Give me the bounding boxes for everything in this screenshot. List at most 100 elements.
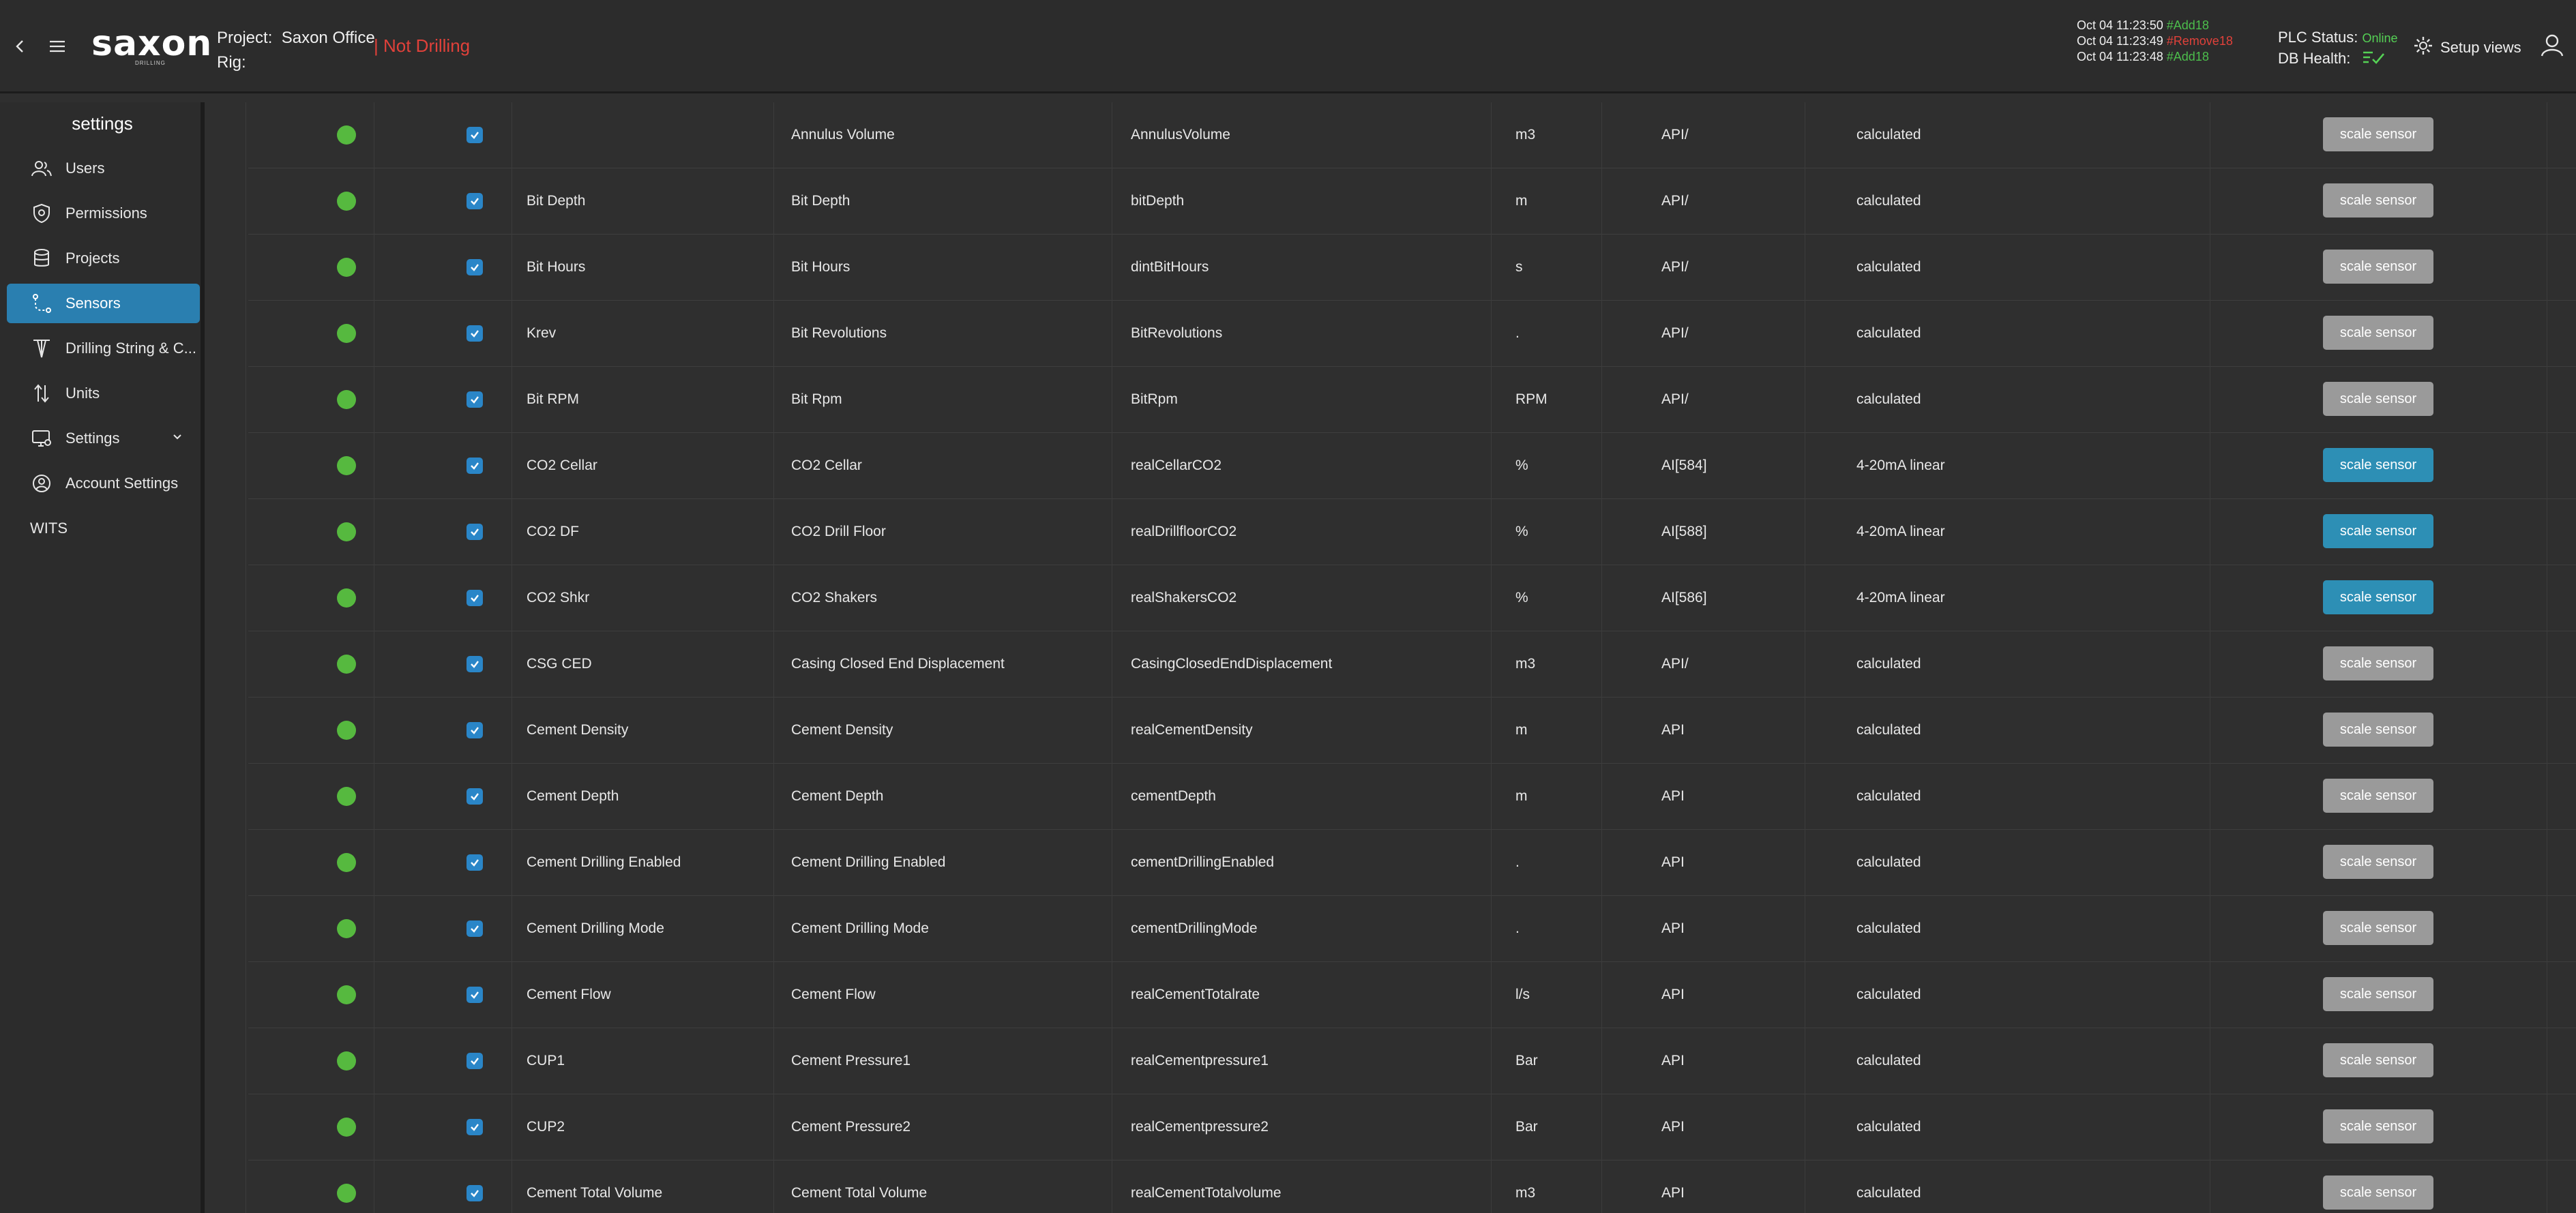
- table-row: Bit RPM Bit Rpm BitRpm RPM API/calculated sca…: [248, 367, 2576, 433]
- status-dot-icon: [337, 192, 356, 211]
- enabled-checkbox[interactable]: [467, 656, 483, 672]
- sensor-name-cell: Bit Revolutions: [791, 325, 887, 341]
- enabled-checkbox[interactable]: [467, 1185, 483, 1201]
- event-entry: Oct 04 11:23:50 #Add18: [2077, 18, 2233, 33]
- project-info: Project: Saxon Office Rig:: [217, 26, 375, 75]
- sidebar-item-projects[interactable]: Projects: [7, 239, 200, 278]
- plc-status-value: Online: [2362, 31, 2398, 45]
- scale-sensor-button[interactable]: scale sensor: [2323, 382, 2433, 416]
- scale-sensor-button[interactable]: scale sensor: [2323, 448, 2433, 482]
- enabled-checkbox[interactable]: [467, 391, 483, 408]
- variable-cell: realShakersCO2: [1131, 590, 1237, 605]
- source-cell: API: [1661, 1053, 1685, 1068]
- variable-cell: cementDrillingEnabled: [1131, 854, 1275, 870]
- sensor-name-cell: Cement Pressure2: [791, 1119, 911, 1135]
- sidebar-item-wits[interactable]: WITS: [7, 509, 200, 548]
- unit-cell: m: [1515, 788, 1528, 804]
- enabled-checkbox[interactable]: [467, 127, 483, 143]
- gear-icon: [2413, 35, 2433, 60]
- sidebar-item-drilling-string-c[interactable]: Drilling String & C...: [7, 329, 200, 368]
- table-row: CUP2 Cement Pressure2 realCementpressure2 B…: [248, 1094, 2576, 1160]
- table-row: CO2 Cellar CO2 Cellar realCellarCO2% AI[584…: [248, 433, 2576, 499]
- sidebar-item-permissions[interactable]: Permissions: [7, 194, 200, 233]
- saxon-logo: saxon: [91, 23, 213, 64]
- sidebar-item-settings[interactable]: Settings: [7, 419, 200, 458]
- unit-cell: .: [1515, 854, 1520, 870]
- sensor-name-cell: CO2 Drill Floor: [791, 524, 886, 539]
- status-dot-icon: [337, 919, 356, 938]
- enabled-checkbox[interactable]: [467, 854, 483, 871]
- scale-sensor-button[interactable]: scale sensor: [2323, 646, 2433, 680]
- db-health-label: DB Health:: [2278, 50, 2351, 67]
- short-name-cell: Cement Drilling Enabled: [527, 854, 681, 870]
- scale-sensor-button[interactable]: scale sensor: [2323, 250, 2433, 284]
- scaling-cell: calculated: [1856, 193, 1921, 209]
- table-row: CUP1 Cement Pressure1 realCementpressure1 B…: [248, 1028, 2576, 1094]
- short-name-cell: CUP1: [527, 1053, 565, 1068]
- sensor-name-cell: CO2 Cellar: [791, 458, 862, 473]
- system-status: PLC Status: Online DB Health:: [2278, 27, 2398, 70]
- source-cell: API: [1661, 788, 1685, 804]
- scale-sensor-button[interactable]: scale sensor: [2323, 316, 2433, 350]
- scale-sensor-button[interactable]: scale sensor: [2323, 779, 2433, 813]
- scaling-cell: calculated: [1856, 656, 1921, 672]
- scale-sensor-button[interactable]: scale sensor: [2323, 713, 2433, 747]
- variable-cell: realCementpressure2: [1131, 1119, 1269, 1135]
- enabled-checkbox[interactable]: [467, 1119, 483, 1135]
- sidebar-item-users[interactable]: Users: [7, 149, 200, 188]
- back-chevron-icon[interactable]: [5, 31, 35, 61]
- enabled-checkbox[interactable]: [467, 920, 483, 937]
- scale-sensor-button[interactable]: scale sensor: [2323, 580, 2433, 614]
- enabled-checkbox[interactable]: [467, 722, 483, 738]
- setup-views-label: Setup views: [2440, 39, 2521, 56]
- enabled-checkbox[interactable]: [467, 325, 483, 342]
- sidebar-item-units[interactable]: Units: [7, 374, 200, 413]
- unit-cell: m: [1515, 193, 1528, 209]
- scaling-cell: calculated: [1856, 1119, 1921, 1135]
- hamburger-menu-icon[interactable]: [42, 31, 72, 61]
- setup-views-button[interactable]: Setup views: [2413, 35, 2521, 60]
- enabled-checkbox[interactable]: [467, 987, 483, 1003]
- source-cell: API: [1661, 854, 1685, 870]
- event-tag: #Add18: [2166, 50, 2209, 63]
- source-cell: API/: [1661, 325, 1689, 341]
- sidebar-item-account-settings[interactable]: Account Settings: [7, 464, 200, 503]
- scale-sensor-button[interactable]: scale sensor: [2323, 514, 2433, 548]
- sidebar-item-label: Users: [65, 160, 105, 177]
- enabled-checkbox[interactable]: [467, 259, 483, 275]
- sidebar-item-sensors[interactable]: Sensors: [7, 284, 200, 323]
- scale-sensor-button[interactable]: scale sensor: [2323, 977, 2433, 1011]
- variable-cell: cementDepth: [1131, 788, 1216, 804]
- enabled-checkbox[interactable]: [467, 458, 483, 474]
- scale-sensor-button[interactable]: scale sensor: [2323, 117, 2433, 151]
- source-cell: API/: [1661, 656, 1689, 672]
- source-cell: API/: [1661, 193, 1689, 209]
- enabled-checkbox[interactable]: [467, 788, 483, 805]
- sensor-name-cell: Bit Rpm: [791, 391, 842, 407]
- source-cell: API: [1661, 1185, 1685, 1201]
- variable-cell: CasingClosedEndDisplacement: [1131, 656, 1333, 672]
- variable-cell: AnnulusVolume: [1131, 127, 1230, 143]
- scale-sensor-button[interactable]: scale sensor: [2323, 1175, 2433, 1210]
- sidebar-item-label: Drilling String & C...: [65, 340, 196, 357]
- drilling-status: | Not Drilling: [374, 35, 471, 56]
- account-icon: [31, 473, 52, 494]
- scale-sensor-button[interactable]: scale sensor: [2323, 1109, 2433, 1143]
- user-profile-icon[interactable]: [2537, 30, 2567, 60]
- enabled-checkbox[interactable]: [467, 1053, 483, 1069]
- enabled-checkbox[interactable]: [467, 524, 483, 540]
- table-row: Cement Flow Cement Flow realCementTotalrat…: [248, 962, 2576, 1028]
- scale-sensor-button[interactable]: scale sensor: [2323, 845, 2433, 879]
- sidebar-item-label: Permissions: [65, 205, 147, 222]
- enabled-checkbox[interactable]: [467, 590, 483, 606]
- unit-cell: m3: [1515, 1185, 1536, 1201]
- unit-cell: m3: [1515, 656, 1536, 672]
- scale-sensor-button[interactable]: scale sensor: [2323, 1043, 2433, 1077]
- unit-cell: %: [1515, 458, 1528, 473]
- scale-sensor-button[interactable]: scale sensor: [2323, 183, 2433, 218]
- status-dot-icon: [337, 655, 356, 674]
- enabled-checkbox[interactable]: [467, 193, 483, 209]
- unit-cell: s: [1515, 259, 1523, 275]
- scale-sensor-button[interactable]: scale sensor: [2323, 911, 2433, 945]
- variable-cell: realCementTotalvolume: [1131, 1185, 1282, 1201]
